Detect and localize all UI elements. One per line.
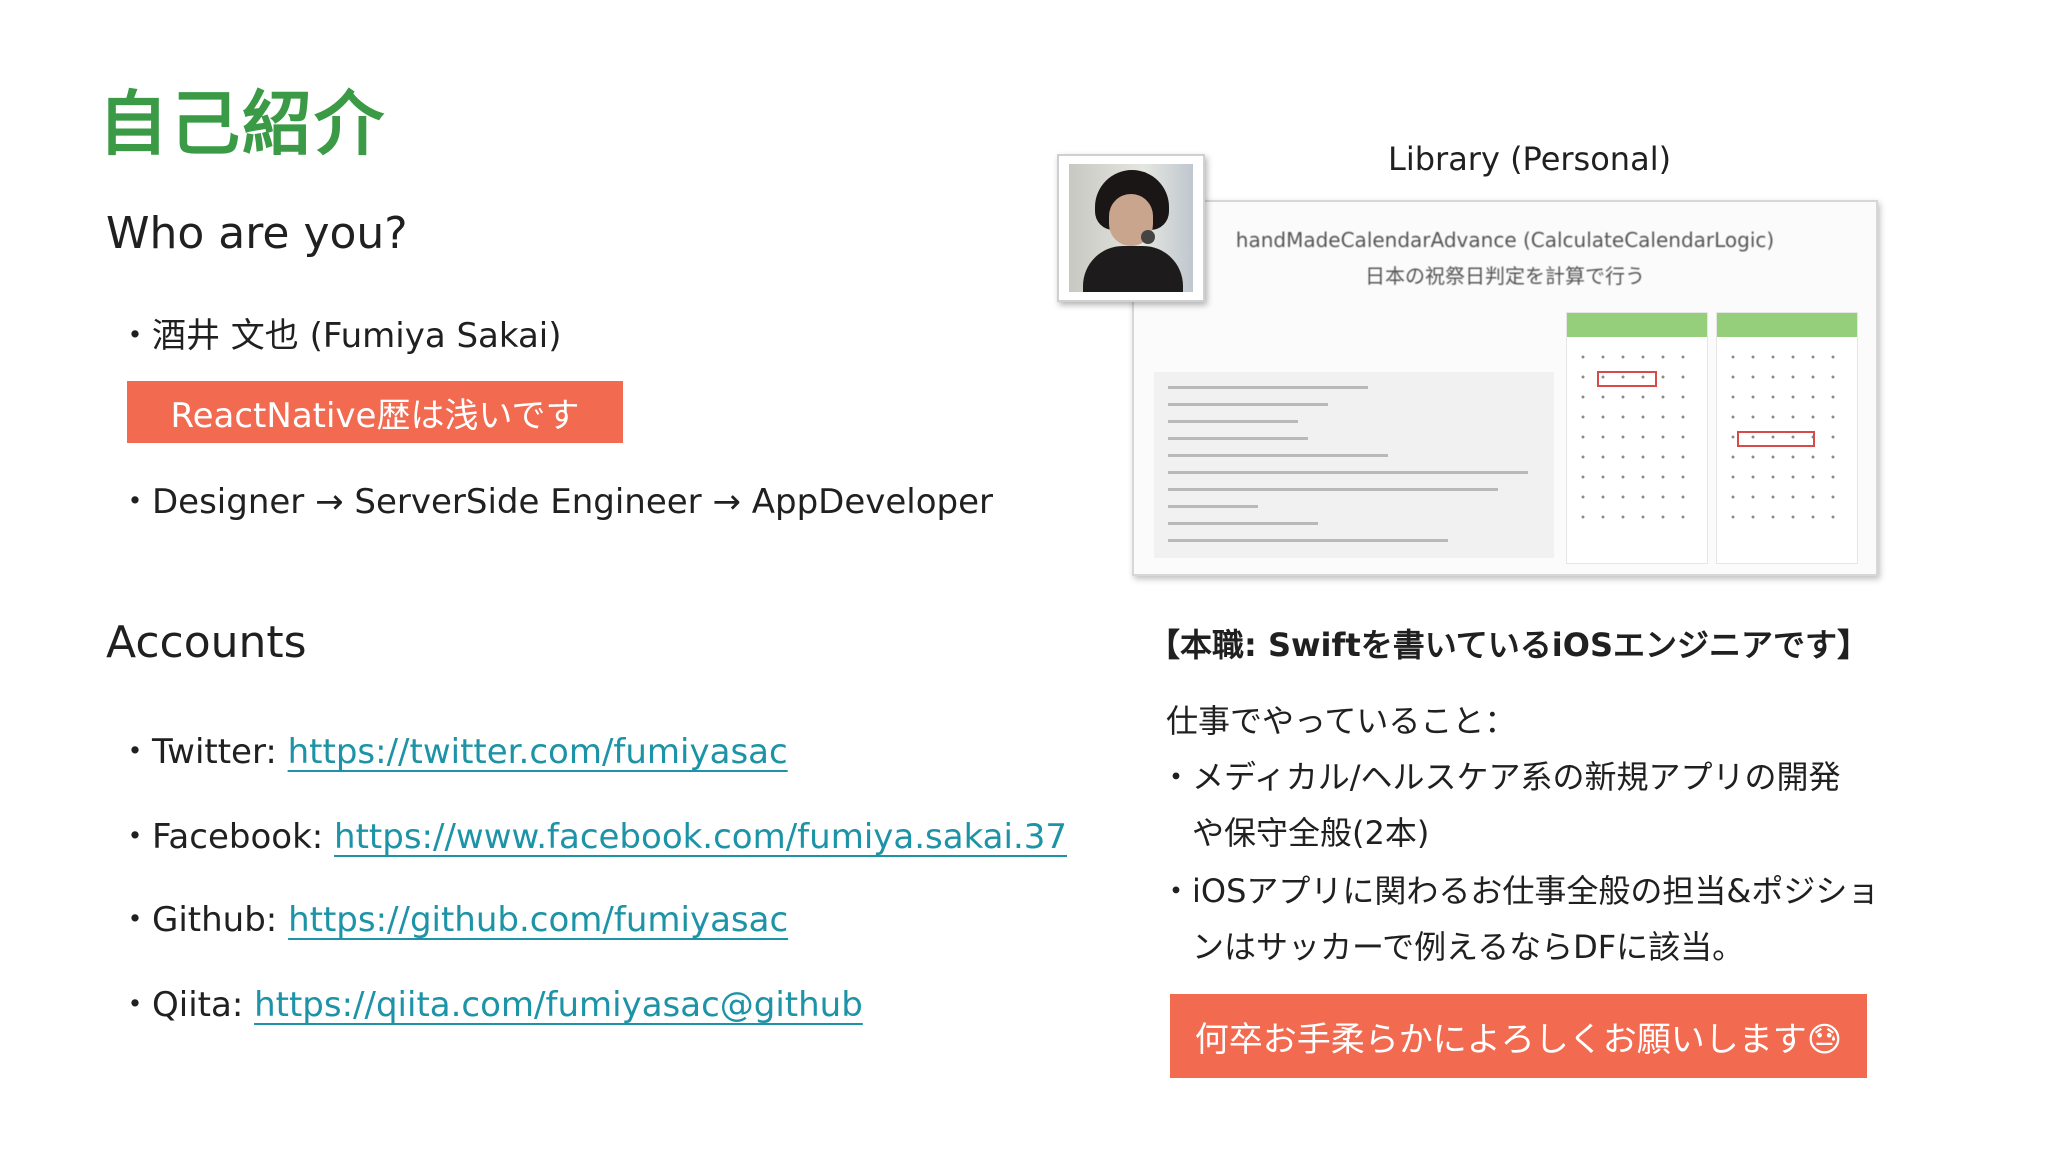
- account-label: ・Github:: [118, 900, 289, 940]
- job-bullet-1-line-1: ・メディカル/ヘルスケア系の新規アプリの開発: [1160, 758, 1841, 796]
- calendar-preview-1: [1566, 312, 1708, 564]
- career-line: ・Designer → ServerSide Engineer → AppDev…: [118, 482, 994, 522]
- library-screenshot-subtitle: 日本の祝祭日判定を計算で行う: [1365, 264, 1645, 288]
- job-bullet-2-line-1: ・iOSアプリに関わるお仕事全般の担当&ポジショ: [1160, 872, 1880, 910]
- job-title: 【本職: Swiftを書いているiOSエンジニアです】: [1148, 626, 1869, 664]
- facebook-link[interactable]: https://www.facebook.com/fumiya.sakai.37: [334, 817, 1067, 857]
- greeting-badge: 何卒お手柔らかによろしくお願いします😓: [1170, 994, 1867, 1078]
- code-sample-block: [1154, 372, 1554, 558]
- who-heading: Who are you?: [106, 208, 408, 259]
- twitter-link[interactable]: https://twitter.com/fumiyasac: [288, 732, 788, 772]
- github-link[interactable]: https://github.com/fumiyasac: [288, 900, 788, 940]
- account-facebook: ・Facebook: https://www.facebook.com/fumi…: [118, 809, 1067, 858]
- account-label: ・Facebook:: [118, 817, 335, 857]
- job-bullet-1-line-2: や保守全般(2本): [1160, 814, 1430, 852]
- profile-photo: [1057, 154, 1205, 302]
- library-label: Library (Personal): [1388, 140, 1672, 178]
- job-bullet-2-line-2: ンはサッカーで例えるならDFに該当。: [1160, 928, 1745, 966]
- calendar-preview-2: [1716, 312, 1858, 564]
- job-intro: 仕事でやっていること：: [1166, 702, 1517, 740]
- account-github: ・Github: https://github.com/fumiyasac: [118, 892, 788, 941]
- accounts-heading: Accounts: [106, 617, 307, 668]
- react-native-badge: ReactNative歴は浅いです: [127, 381, 623, 443]
- library-screenshot: handMadeCalendarAdvance (CalculateCalend…: [1132, 200, 1878, 576]
- qiita-link[interactable]: https://qiita.com/fumiyasac@github: [254, 985, 863, 1025]
- account-qiita: ・Qiita: https://qiita.com/fumiyasac@gith…: [118, 977, 863, 1026]
- account-twitter: ・Twitter: https://twitter.com/fumiyasac: [118, 724, 788, 773]
- account-label: ・Twitter:: [118, 732, 288, 772]
- account-label: ・Qiita:: [118, 985, 255, 1025]
- name-line: ・酒井 文也 (Fumiya Sakai): [118, 316, 562, 356]
- library-screenshot-title: handMadeCalendarAdvance (CalculateCalend…: [1235, 228, 1775, 252]
- slide-title: 自己紹介: [98, 83, 386, 165]
